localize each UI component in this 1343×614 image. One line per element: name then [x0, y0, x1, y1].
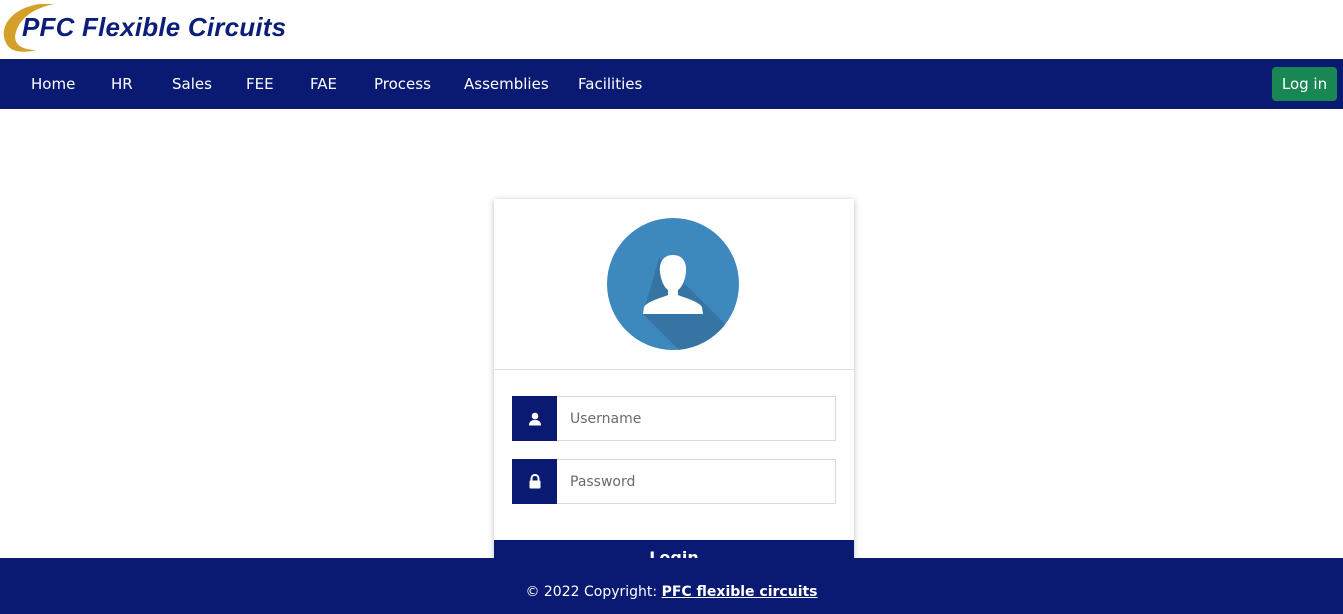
- username-input[interactable]: [557, 396, 836, 441]
- nav-item-assemblies[interactable]: Assemblies: [464, 59, 549, 109]
- username-field: [512, 396, 836, 441]
- brand-logo-text: PFC Flexible Circuits: [22, 12, 287, 42]
- password-input[interactable]: [557, 459, 836, 504]
- footer-copyright: © 2022 Copyright:: [525, 584, 662, 600]
- main-navbar: Home HR Sales FEE FAE Process Assemblies…: [0, 59, 1343, 109]
- login-button[interactable]: Log in: [1272, 67, 1337, 101]
- user-avatar-icon: [607, 218, 739, 350]
- password-field: [512, 459, 836, 504]
- nav-item-sales[interactable]: Sales: [172, 59, 212, 109]
- nav-item-process[interactable]: Process: [374, 59, 431, 109]
- nav-item-fae[interactable]: FAE: [310, 59, 337, 109]
- brand-logo[interactable]: PFC Flexible Circuits: [0, 0, 330, 56]
- lock-icon: [512, 459, 557, 504]
- nav-item-home[interactable]: Home: [31, 59, 75, 109]
- nav-item-fee[interactable]: FEE: [246, 59, 274, 109]
- user-icon: [512, 396, 557, 441]
- footer-link[interactable]: PFC flexible circuits: [662, 584, 818, 600]
- avatar-section: [494, 199, 854, 370]
- nav-item-hr[interactable]: HR: [111, 59, 133, 109]
- nav-item-facilities[interactable]: Facilities: [578, 59, 642, 109]
- footer: © 2022 Copyright: PFC flexible circuits: [0, 558, 1343, 614]
- header: PFC Flexible Circuits: [0, 0, 1343, 59]
- login-card: Login: [494, 199, 854, 614]
